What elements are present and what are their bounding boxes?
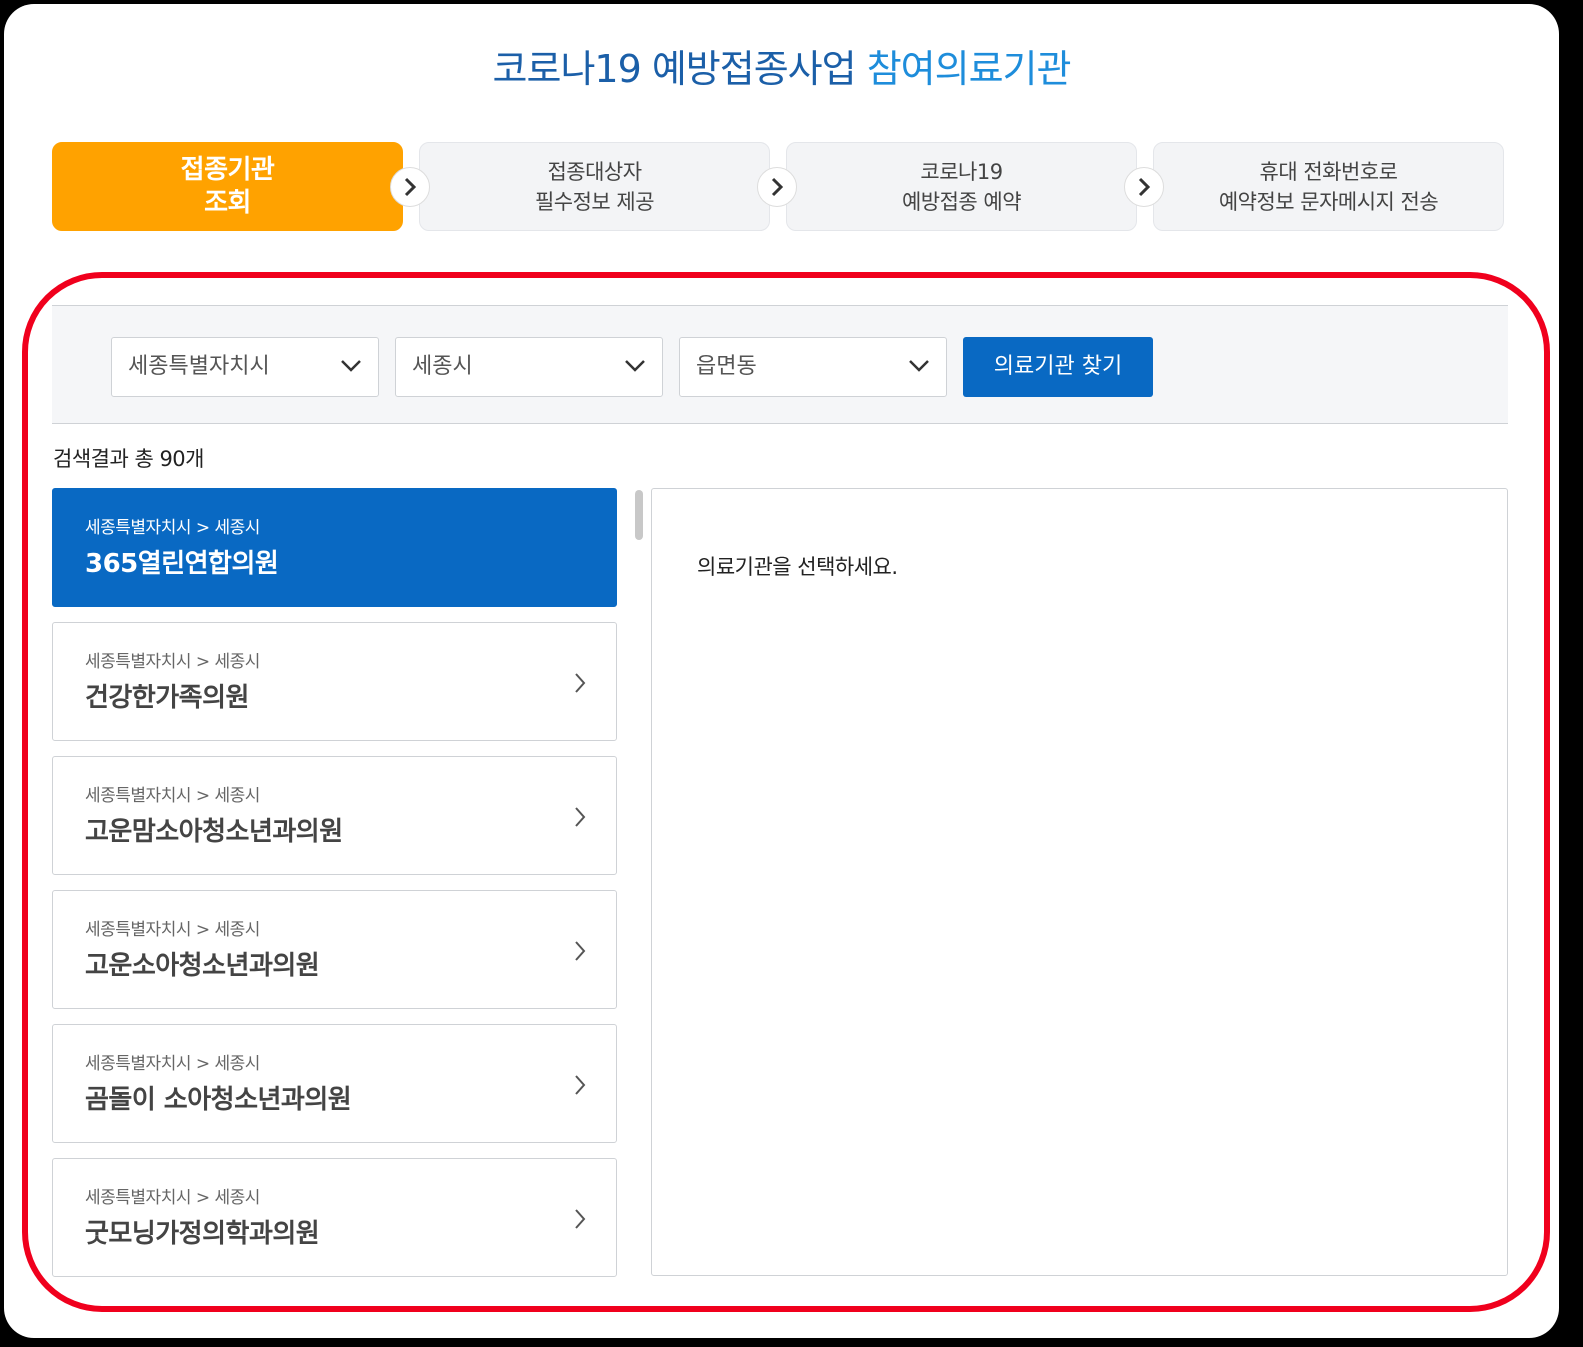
institution-list: 세종특별자치시 > 세종시 365열린연합의원 세종특별자치시 > 세종시 건강… <box>52 488 617 1278</box>
step-arrow-icon <box>390 167 430 207</box>
step-1: 접종기관 조회 <box>52 142 403 231</box>
chevron-right-icon <box>575 673 586 693</box>
step-1-line2: 조회 <box>204 187 251 218</box>
step-3-line2: 예방접종 예약 <box>901 189 1022 214</box>
list-item[interactable]: 세종특별자치시 > 세종시 굿모닝가정의학과의원 <box>52 1158 617 1277</box>
result-count: 검색결과 총 90개 <box>53 447 205 471</box>
dong-select-value: 읍면동 <box>696 354 757 379</box>
step-4: 휴대 전화번호로 예약정보 문자메시지 전송 <box>1153 142 1504 231</box>
step-4-line1: 휴대 전화번호로 <box>1259 159 1398 184</box>
list-item-name: 고운맘소아청소년과의원 <box>85 817 343 847</box>
search-bar: 세종특별자치시 세종시 읍면동 의료기관 찾기 <box>52 305 1508 424</box>
step-2: 접종대상자 필수정보 제공 <box>419 142 770 231</box>
chevron-right-icon <box>575 941 586 961</box>
step-arrow-icon <box>1124 167 1164 207</box>
list-item-region: 세종특별자치시 > 세종시 <box>85 920 260 940</box>
chevron-right-icon <box>575 1209 586 1229</box>
sigungu-select[interactable]: 세종시 <box>395 337 663 397</box>
list-item[interactable]: 세종특별자치시 > 세종시 곰돌이 소아청소년과의원 <box>52 1024 617 1143</box>
list-item-region: 세종특별자치시 > 세종시 <box>85 1054 260 1074</box>
list-item[interactable]: 세종특별자치시 > 세종시 고운맘소아청소년과의원 <box>52 756 617 875</box>
chevron-down-icon <box>625 360 645 372</box>
list-item-name: 365열린연합의원 <box>85 549 279 579</box>
list-item-name: 고운소아청소년과의원 <box>85 951 320 981</box>
list-item-name: 곰돌이 소아청소년과의원 <box>85 1085 352 1115</box>
detail-placeholder: 의료기관을 선택하세요. <box>697 555 898 579</box>
find-institution-button[interactable]: 의료기관 찾기 <box>963 337 1153 397</box>
step-arrow-icon <box>757 167 797 207</box>
list-item[interactable]: 세종특별자치시 > 세종시 건강한가족의원 <box>52 622 617 741</box>
page-title-main: 코로나19 예방접종사업 <box>492 47 857 91</box>
step-progress: 접종기관 조회 접종대상자 필수정보 제공 코로나19 예방접종 예약 휴대 전… <box>52 142 1504 231</box>
list-item-name: 굿모닝가정의학과의원 <box>85 1219 320 1249</box>
step-2-line1: 접종대상자 <box>547 159 642 184</box>
chevron-right-icon <box>575 1075 586 1095</box>
list-item-region: 세종특별자치시 > 세종시 <box>85 1188 260 1208</box>
step-4-line2: 예약정보 문자메시지 전송 <box>1218 189 1439 214</box>
page-title: 코로나19 예방접종사업 참여의료기관 <box>4 38 1559 93</box>
chevron-down-icon <box>341 360 361 372</box>
list-item-name: 건강한가족의원 <box>85 683 249 713</box>
list-item[interactable]: 세종특별자치시 > 세종시 365열린연합의원 <box>52 488 617 607</box>
list-item-region: 세종특별자치시 > 세종시 <box>85 786 260 806</box>
detail-panel: 의료기관을 선택하세요. <box>651 488 1508 1276</box>
list-item-region: 세종특별자치시 > 세종시 <box>85 518 260 538</box>
page-title-highlight: 참여의료기관 <box>866 47 1072 91</box>
sido-select[interactable]: 세종특별자치시 <box>111 337 379 397</box>
step-2-line2: 필수정보 제공 <box>534 189 655 214</box>
step-1-line1: 접종기관 <box>180 154 275 185</box>
list-item[interactable]: 세종특별자치시 > 세종시 고운소아청소년과의원 <box>52 890 617 1009</box>
chevron-down-icon <box>909 360 929 372</box>
list-item-region: 세종특별자치시 > 세종시 <box>85 652 260 672</box>
sigungu-select-value: 세종시 <box>412 354 473 379</box>
step-3-line1: 코로나19 <box>920 159 1003 184</box>
chevron-right-icon <box>575 807 586 827</box>
step-3: 코로나19 예방접종 예약 <box>786 142 1137 231</box>
sido-select-value: 세종특별자치시 <box>128 354 270 379</box>
dong-select[interactable]: 읍면동 <box>679 337 947 397</box>
page-frame: 코로나19 예방접종사업 참여의료기관 접종기관 조회 접종대상자 필수정보 제… <box>4 4 1559 1338</box>
list-scrollbar[interactable] <box>635 490 643 540</box>
